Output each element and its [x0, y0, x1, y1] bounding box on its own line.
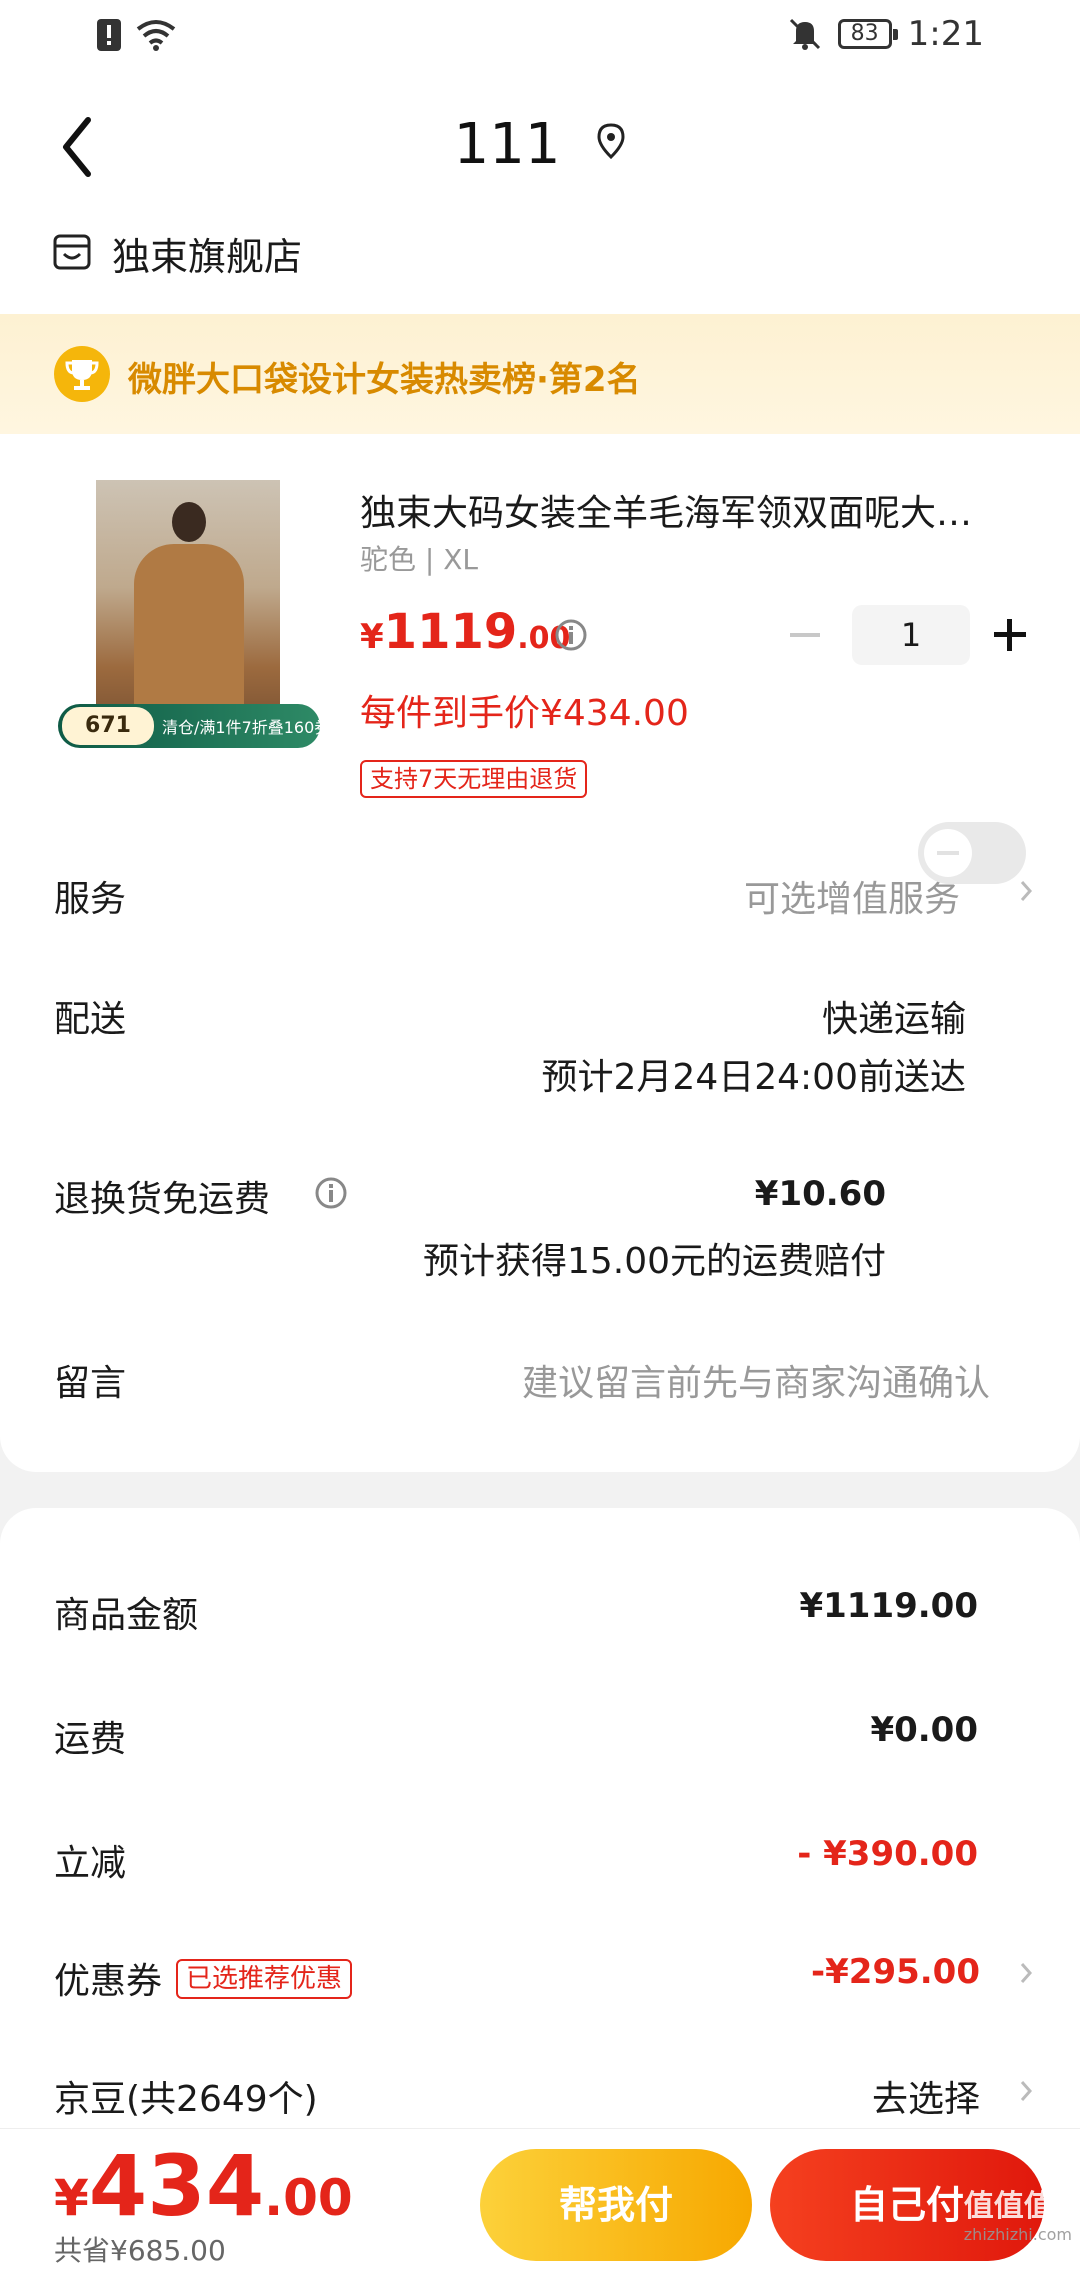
delivery-eta: 预计2月24日24:00前送达: [541, 1057, 966, 1098]
shipping-fee-label: 运费: [54, 1719, 127, 1760]
model-head: [172, 502, 206, 542]
pay-myself-label: 自己付: [849, 2183, 964, 2227]
jingdou-chevron-icon[interactable]: [1014, 2074, 1038, 2108]
total-decimal: .00: [264, 2169, 353, 2227]
store-icon: [53, 234, 91, 270]
coupon-value[interactable]: -¥295.00: [811, 1952, 980, 1992]
help-me-pay-button[interactable]: 帮我付: [480, 2149, 752, 2261]
product-variant[interactable]: 驼色 | XL: [360, 538, 478, 578]
status-right: 83 1:21: [788, 14, 984, 54]
store-row[interactable]: 独束旗舰店: [0, 222, 1080, 314]
price-info-icon[interactable]: [554, 618, 588, 652]
watermark-logo: 值值值: [963, 2189, 1054, 2224]
shipping-fee-value: ¥0.00: [870, 1710, 978, 1750]
quantity-stepper: 1: [786, 604, 1030, 666]
return-shipping-toggle[interactable]: [918, 822, 1026, 884]
status-bar: 83 1:21: [0, 0, 1080, 72]
product-title[interactable]: 独束大码女装全羊毛海军领双面呢大…: [360, 484, 1030, 536]
rank-banner[interactable]: 微胖大口袋设计女装热卖榜·第2名: [0, 314, 1080, 434]
mute-bell-icon: [789, 18, 820, 50]
battery-indicator: 83: [837, 19, 898, 49]
goods-amount-label: 商品金额: [54, 1595, 199, 1636]
toggle-knob: [924, 829, 972, 877]
return-policy-tag: 支持7天无理由退货: [360, 760, 588, 798]
status-left: [96, 18, 176, 52]
coupon-tag: 已选推荐优惠: [176, 1959, 353, 1999]
address-title[interactable]: 111: [0, 112, 1080, 177]
total-integer: 434: [88, 2137, 265, 2235]
quantity-plus-button[interactable]: [990, 615, 1030, 655]
checkout-bar: ¥434.00 共省¥685.00 帮我付 自己付 值值值 zhizhizhi.…: [0, 2128, 1080, 2280]
note-label: 留言: [54, 1363, 127, 1404]
wifi-icon: [136, 20, 176, 51]
quantity-minus-button[interactable]: [786, 615, 826, 655]
goods-amount-value: ¥1119.00: [799, 1586, 978, 1626]
delivery-method[interactable]: 快递运输: [822, 990, 966, 1042]
service-label: 服务: [54, 879, 127, 920]
jingdou-select[interactable]: 去选择: [872, 2070, 980, 2122]
service-value[interactable]: 可选增值服务: [744, 870, 960, 922]
image-promo-strip: 671 清仓/满1件7折叠160券: [58, 704, 330, 748]
service-chevron-icon[interactable]: [1014, 874, 1038, 908]
location-pin-icon: [597, 123, 625, 159]
price-currency: ¥: [360, 617, 384, 657]
promo-badge: 671: [62, 707, 154, 745]
return-shipping-label: 退换货免运费: [54, 1179, 271, 1220]
clock: 1:21: [907, 14, 984, 54]
nav-bar: 111: [0, 72, 1080, 222]
return-shipping-info-icon[interactable]: [314, 1176, 348, 1210]
jingdou-label: 京豆(共2649个): [54, 2079, 318, 2120]
promo-label: 清仓/满1件7折叠160券: [162, 718, 331, 737]
coupon-row[interactable]: 优惠券 已选推荐优惠: [54, 1952, 353, 2004]
watermark-url: zhizhizhi.com: [963, 2225, 1072, 2244]
product-price: ¥1119.00: [360, 604, 570, 660]
note-input[interactable]: 建议留言前先与商家沟通确认: [522, 1354, 990, 1406]
trophy-icon: [54, 346, 110, 402]
sim-alert-icon: [97, 19, 121, 51]
discount-value: - ¥390.00: [797, 1834, 978, 1874]
price-summary-card: 商品金额 ¥1119.00 运费 ¥0.00 立减 - ¥390.00 优惠券已…: [0, 1508, 1080, 2128]
discount-label: 立减: [54, 1843, 127, 1884]
return-shipping-price: ¥10.60: [754, 1174, 886, 1214]
coupon-chevron-icon[interactable]: [1014, 1956, 1038, 1990]
price-integer: 1119: [383, 604, 518, 660]
return-shipping-compensation: 预计获得15.00元的运费赔付: [422, 1241, 886, 1282]
total-price: ¥434.00: [54, 2137, 353, 2235]
order-item-card: 671 清仓/满1件7折叠160券 独束大码女装全羊毛海军领双面呢大… 驼色 |…: [0, 434, 1080, 1472]
quantity-value[interactable]: 1: [852, 605, 970, 665]
address-title-text: 111: [453, 112, 561, 177]
coupon-label: 优惠券: [54, 1961, 163, 2002]
total-saved: 共省¥685.00: [54, 2234, 226, 2267]
rank-text: 微胖大口袋设计女装热卖榜·第2名: [128, 360, 641, 400]
total-currency: ¥: [54, 2169, 89, 2227]
site-watermark: 值值值 zhizhizhi.com: [964, 2181, 1072, 2244]
store-name: 独束旗舰店: [112, 235, 303, 279]
delivery-label: 配送: [54, 999, 127, 1040]
unit-final-price: 每件到手价¥434.00: [360, 693, 689, 734]
